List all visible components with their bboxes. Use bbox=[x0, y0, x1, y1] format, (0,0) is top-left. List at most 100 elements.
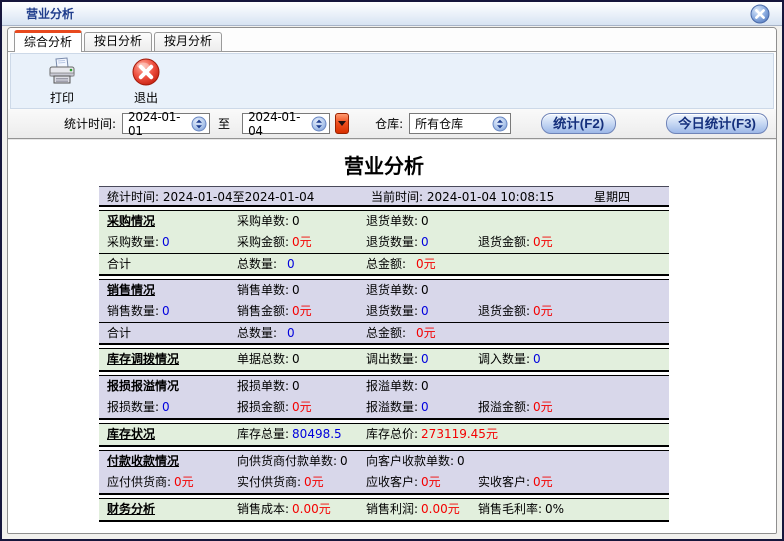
warehouse-value: 所有仓库 bbox=[415, 115, 492, 132]
cell-label: 报损单数: bbox=[237, 379, 289, 393]
cell-value: 0元 bbox=[416, 257, 436, 271]
window-title: 营业分析 bbox=[2, 5, 74, 22]
cell-value: 0 bbox=[457, 454, 465, 468]
report-section: 财务分析销售成本:0.00元销售利润:0.00元销售毛利率:0% bbox=[99, 498, 669, 522]
report-cell: 总数量: 0 bbox=[237, 254, 366, 274]
cell-value: 0 bbox=[287, 257, 295, 271]
warehouse-label: 仓库: bbox=[375, 115, 403, 132]
report-cell: 向客户收款单数:0 bbox=[366, 451, 478, 472]
report-row: 应付供货商:0元实付供货商:0元应收客户:0元实收客户:0元 bbox=[99, 472, 669, 493]
print-button-label: 打印 bbox=[50, 89, 74, 106]
report-cell: 合计 bbox=[107, 254, 237, 274]
report-cell: 销售金额:0元 bbox=[237, 301, 366, 322]
cell-label: 退货单数: bbox=[366, 214, 418, 228]
cell-label: 退货金额: bbox=[478, 304, 530, 318]
section-heading: 财务分析 bbox=[107, 499, 237, 520]
report-cell: 实收客户:0元 bbox=[478, 472, 669, 493]
cell-label: 采购单数: bbox=[237, 214, 289, 228]
warehouse-spinner-icon[interactable] bbox=[492, 116, 508, 132]
date-from-input[interactable]: 2024-01-01 bbox=[122, 113, 210, 134]
report-cell: 采购数量:0 bbox=[107, 232, 237, 253]
close-icon bbox=[750, 4, 770, 24]
cell-label: 实收客户: bbox=[478, 475, 530, 489]
cell-label: 应收客户: bbox=[366, 475, 418, 489]
report-cell: 库存总量:80498.5 bbox=[237, 424, 366, 445]
date-to-input[interactable]: 2024-01-04 bbox=[242, 113, 330, 134]
cell-value: 0元 bbox=[304, 475, 324, 489]
cell-label: 销售数量: bbox=[107, 304, 159, 318]
toolbar: 打印 退出 bbox=[10, 53, 774, 109]
report-cell: 销售数量:0 bbox=[107, 301, 237, 322]
today-stat-button[interactable]: 今日统计(F3) bbox=[666, 113, 768, 134]
print-button[interactable]: 打印 bbox=[33, 56, 91, 106]
cell-value: 0元 bbox=[174, 475, 194, 489]
report-cell: 销售毛利率:0% bbox=[478, 499, 669, 520]
report-stat-time: 统计时间: 2024-01-04至2024-01-04 bbox=[107, 187, 371, 205]
date-from-spinner-icon[interactable] bbox=[191, 116, 207, 132]
report-cell: 总数量:0 bbox=[237, 323, 366, 343]
cell-label: 总金额: bbox=[366, 326, 406, 340]
cell-value: 80498.5 bbox=[292, 427, 342, 441]
dropdown-arrow-icon bbox=[338, 121, 346, 126]
date-from-value: 2024-01-01 bbox=[128, 110, 191, 138]
cell-label: 总数量: bbox=[237, 257, 277, 271]
report-cell: 退货金额:0元 bbox=[478, 232, 669, 253]
cell-value: 0.00元 bbox=[292, 502, 331, 516]
exit-button[interactable]: 退出 bbox=[117, 56, 175, 106]
warehouse-select[interactable]: 所有仓库 bbox=[409, 113, 511, 134]
exit-icon bbox=[130, 56, 162, 88]
cell-label: 调出数量: bbox=[366, 352, 418, 366]
section-heading: 库存调拨情况 bbox=[107, 349, 237, 370]
section-heading: 库存状况 bbox=[107, 424, 237, 445]
cell-value: 0.00元 bbox=[421, 502, 460, 516]
date-to-spinner-icon[interactable] bbox=[311, 116, 327, 132]
report-cell: 退货单数:0 bbox=[366, 211, 478, 232]
cell-value: 0 bbox=[421, 400, 429, 414]
cell-label: 调入数量: bbox=[478, 352, 530, 366]
report-row: 采购情况采购单数:0退货单数:0 bbox=[99, 211, 669, 232]
close-button[interactable] bbox=[750, 4, 770, 24]
date-dropdown-button[interactable] bbox=[335, 113, 349, 134]
tab-daily-analysis[interactable]: 按日分析 bbox=[84, 32, 152, 51]
report-cell: 销售利润:0.00元 bbox=[366, 499, 478, 520]
report-section: 库存状况库存总量:80498.5库存总价:273119.45元 bbox=[99, 423, 669, 447]
cell-value: 0 bbox=[421, 283, 429, 297]
report-cell: 退货数量:0 bbox=[366, 301, 478, 322]
cell-value: 0 bbox=[421, 352, 429, 366]
cell-value: 0元 bbox=[533, 235, 553, 249]
tab-bar: 综合分析 按日分析 按月分析 bbox=[8, 28, 776, 52]
cell-label: 采购数量: bbox=[107, 235, 159, 249]
report-cell: 库存总价:273119.45元 bbox=[366, 424, 478, 445]
cell-label: 销售毛利率: bbox=[478, 502, 542, 516]
report-cell: 报溢单数:0 bbox=[366, 376, 478, 397]
report-cell: 向供货商付款单数:0 bbox=[237, 451, 366, 472]
report-cell: 报损单数:0 bbox=[237, 376, 366, 397]
report-blocks: 采购情况采购单数:0退货单数:0采购数量:0采购金额:0元退货数量:0退货金额:… bbox=[99, 210, 669, 522]
report-section: 付款收款情况向供货商付款单数:0向客户收款单数:0应付供货商:0元实付供货商:0… bbox=[99, 450, 669, 495]
date-to-value: 2024-01-04 bbox=[248, 110, 311, 138]
cell-label: 报损数量: bbox=[107, 400, 159, 414]
report-header-row: 统计时间: 2024-01-04至2024-01-04 当前时间: 2024-0… bbox=[99, 186, 669, 207]
cell-label: 退货数量: bbox=[366, 304, 418, 318]
tab-monthly-analysis[interactable]: 按月分析 bbox=[154, 32, 222, 51]
cell-label: 退货金额: bbox=[478, 235, 530, 249]
cell-value: 0元 bbox=[533, 304, 553, 318]
cell-label: 报溢金额: bbox=[478, 400, 530, 414]
stat-button[interactable]: 统计(F2) bbox=[541, 113, 616, 134]
tab-comprehensive-analysis[interactable]: 综合分析 bbox=[14, 30, 82, 52]
cell-value: 273119.45元 bbox=[421, 427, 498, 441]
cell-value: 0元 bbox=[533, 400, 553, 414]
cell-label: 销售单数: bbox=[237, 283, 289, 297]
section-heading: 采购情况 bbox=[107, 211, 237, 232]
title-bar: 营业分析 bbox=[2, 2, 782, 26]
report-row: 财务分析销售成本:0.00元销售利润:0.00元销售毛利率:0% bbox=[99, 499, 669, 520]
cell-value: 0% bbox=[545, 502, 564, 516]
report-row: 合计总数量:0总金额:0元 bbox=[99, 253, 669, 274]
report-cell: 应付供货商:0元 bbox=[107, 472, 237, 493]
section-heading: 付款收款情况 bbox=[107, 451, 237, 472]
cell-value: 0 bbox=[421, 379, 429, 393]
cell-label: 退货单数: bbox=[366, 283, 418, 297]
report-section: 库存调拨情况单据总数:0调出数量:0调入数量:0 bbox=[99, 348, 669, 372]
cell-value: 0元 bbox=[292, 235, 312, 249]
report-cell: 销售成本:0.00元 bbox=[237, 499, 366, 520]
